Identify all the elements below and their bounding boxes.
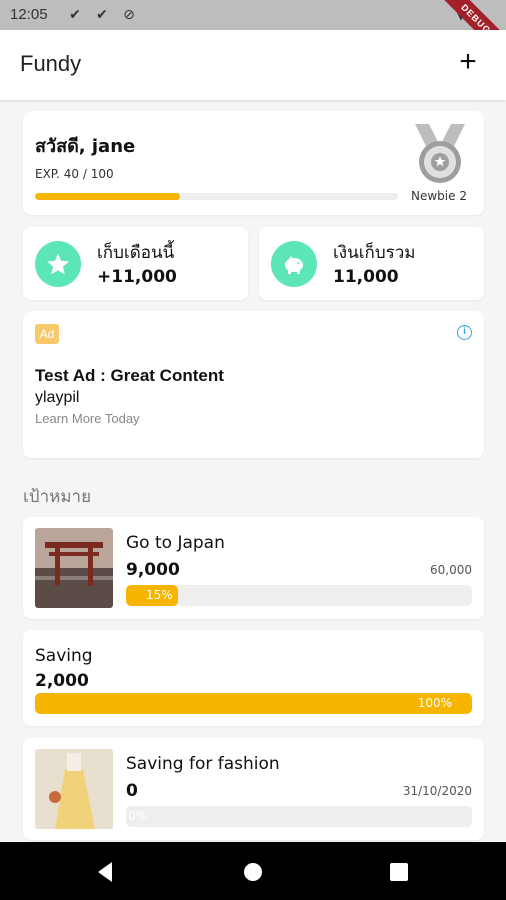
monthly-savings-card: เก็บเดือนนี้ +11,000 [23,227,248,300]
ad-cta[interactable]: Learn More Today [35,411,140,426]
goal-card-fashion[interactable]: Saving for fashion 0 31/10/2020 0% [23,738,484,840]
goal-progress-fill [35,693,472,714]
star-icon [35,241,81,287]
goal-name: Saving for fashion [126,754,280,774]
medal-icon [415,124,465,183]
ad-title: Test Ad : Great Content [35,366,224,385]
goal-percent: 0% [128,809,148,823]
plus-icon[interactable]: + [450,44,486,80]
torii-gate-photo [35,528,113,608]
home-icon[interactable] [237,856,269,888]
app-bar: Fundy + [0,30,506,100]
profile-card: สวัสดี, jane EXP. 40 / 100 Newbie 2 [23,111,484,215]
greeting-text: สวัสดี, jane [35,136,136,157]
goals-section-title: เป้าหมาย [23,487,92,507]
goal-progress-bar: 0% [126,806,472,827]
goal-deadline: 31/10/2020 [402,784,472,798]
goal-amount: 9,000 [126,560,180,580]
recents-icon[interactable] [383,856,415,888]
goal-card-saving[interactable]: Saving 2,000 100% [23,630,484,726]
exp-progress-fill [35,193,181,200]
system-nav-bar [0,842,506,900]
goal-name: Go to Japan [126,533,225,553]
goal-amount: 2,000 [35,671,89,691]
status-time: 12:05 [10,6,48,23]
goal-percent: 100% [417,696,452,710]
goal-card-japan[interactable]: Go to Japan 9,000 60,000 15% [23,517,484,619]
goal-progress-bar: 15% [126,585,472,606]
rank-label: Newbie 2 [411,189,467,203]
check-download-icon: ✔ [96,7,108,23]
goal-percent: 15% [146,588,173,602]
exp-progress-bar [35,193,398,200]
status-bar: 12:05 ✔ ✔ ⊘ ▼ DEBUG [0,0,506,68]
ad-card[interactable]: Ad i Test Ad : Great Content ylaypil Lea… [23,311,484,458]
goal-target: 60,000 [430,563,472,577]
piggy-bank-icon [271,241,317,287]
no-sync-icon: ⊘ [123,7,135,23]
exp-text: EXP. 40 / 100 [35,167,114,181]
stat-label: เก็บเดือนนี้ [97,243,175,263]
ad-subtitle: ylaypil [35,389,80,406]
info-icon[interactable]: i [457,325,472,340]
goal-progress-bar: 100% [35,693,472,714]
stat-label: เงินเก็บรวม [333,243,416,263]
goal-amount: 0 [126,781,138,801]
app-title: Fundy [20,51,82,76]
stat-value: 11,000 [333,267,399,287]
fashion-photo [35,749,113,829]
check-download-icon: ✔ [69,7,81,23]
back-icon[interactable] [90,856,122,888]
ad-badge: Ad [35,324,59,344]
total-savings-card: เงินเก็บรวม 11,000 [259,227,484,300]
goal-name: Saving [35,646,93,666]
stat-value: +11,000 [97,267,177,287]
